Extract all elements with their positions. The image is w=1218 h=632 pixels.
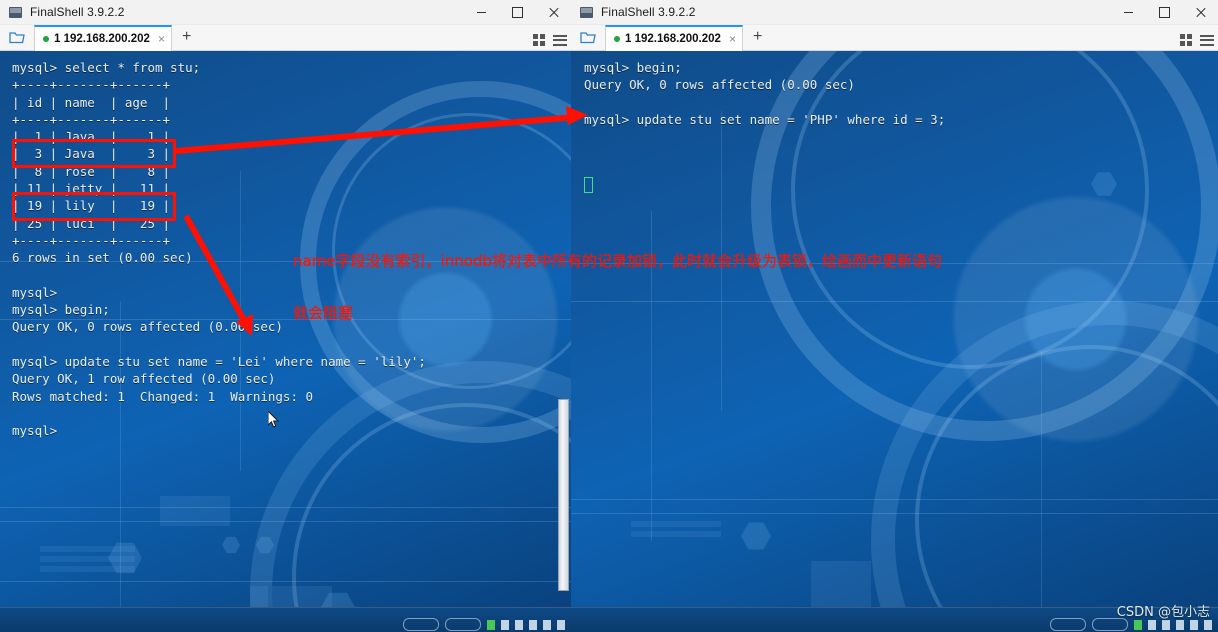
desktop-taskbar-left xyxy=(0,607,571,632)
annotation-note-line-2: 就会阻塞 xyxy=(293,304,354,322)
grid-view-icon[interactable] xyxy=(1180,34,1193,46)
terminal-tab[interactable]: 1 192.168.200.202 × xyxy=(605,25,743,51)
tab-close-icon[interactable]: × xyxy=(158,32,165,46)
tray-icon[interactable] xyxy=(487,619,495,630)
titlebar-right: FinalShell 3.9.2.2 xyxy=(571,0,1218,25)
tray-icon[interactable] xyxy=(557,619,565,630)
window-title: FinalShell 3.9.2.2 xyxy=(30,5,125,19)
app-icon xyxy=(580,6,593,18)
tray-icon[interactable] xyxy=(1148,619,1156,630)
mouse-pointer xyxy=(268,411,280,428)
tray-icon[interactable] xyxy=(501,619,509,630)
tray-icon[interactable] xyxy=(543,619,551,630)
tray-icon[interactable] xyxy=(529,619,537,630)
tray-icon[interactable] xyxy=(1204,619,1212,630)
terminal-tab[interactable]: 1 192.168.200.202 × xyxy=(34,25,172,51)
maximize-button[interactable] xyxy=(499,0,535,24)
terminal-left[interactable]: mysql> select * from stu; +----+-------+… xyxy=(0,51,571,632)
screenshot-root: FinalShell 3.9.2.2 1 192.168.200.202 × +… xyxy=(0,0,1218,632)
tabbar-actions-left xyxy=(533,34,567,46)
tabbar-left: 1 192.168.200.202 × + xyxy=(0,25,571,51)
annotation-note: name字段没有索引，innodb将对表中所有的记录加锁，此时就会升级为表锁，绘… xyxy=(293,222,1218,326)
tray-icon[interactable] xyxy=(1176,619,1184,630)
taskbar-window-button[interactable] xyxy=(1050,618,1086,631)
csdn-watermark: CSDN @包小志 xyxy=(1116,605,1210,620)
titlebar-left: FinalShell 3.9.2.2 xyxy=(0,0,571,25)
new-tab-button[interactable]: + xyxy=(172,28,201,47)
connection-status-dot xyxy=(614,36,620,42)
hamburger-menu-icon[interactable] xyxy=(1200,34,1214,46)
taskbar-window-button[interactable] xyxy=(403,618,439,631)
close-button[interactable] xyxy=(535,0,571,24)
hamburger-menu-icon[interactable] xyxy=(553,34,567,46)
close-button[interactable] xyxy=(1182,0,1218,24)
tabbar-right: 1 192.168.200.202 × + xyxy=(571,25,1218,51)
wallpaper-right xyxy=(571,51,1218,632)
tab-close-icon[interactable]: × xyxy=(729,32,736,46)
minimize-button[interactable] xyxy=(1110,0,1146,24)
connection-status-dot xyxy=(43,36,49,42)
tray-icon[interactable] xyxy=(515,619,523,630)
tab-label: 1 192.168.200.202 xyxy=(625,33,721,45)
terminal-output-right: mysql> begin; Query OK, 0 rows affected … xyxy=(584,60,946,127)
minimize-button[interactable] xyxy=(463,0,499,24)
annotation-note-line-1: name字段没有索引，innodb将对表中所有的记录加锁，此时就会升级为表锁，绘… xyxy=(293,252,942,270)
taskbar-window-button[interactable] xyxy=(445,618,481,631)
taskbar-items-left xyxy=(403,618,565,631)
terminal-scrollbar[interactable] xyxy=(558,399,569,591)
folder-open-icon[interactable] xyxy=(0,25,34,50)
grid-view-icon[interactable] xyxy=(533,34,546,46)
folder-open-icon[interactable] xyxy=(571,25,605,50)
tab-label: 1 192.168.200.202 xyxy=(54,33,150,45)
block-cursor xyxy=(584,177,593,193)
tray-icon[interactable] xyxy=(1190,619,1198,630)
tray-icon[interactable] xyxy=(1134,619,1142,630)
window-controls-left xyxy=(463,0,571,24)
maximize-button[interactable] xyxy=(1146,0,1182,24)
window-controls-right xyxy=(1110,0,1218,24)
tabbar-actions-right xyxy=(1180,34,1214,46)
new-tab-button[interactable]: + xyxy=(743,28,772,47)
app-icon xyxy=(9,6,22,18)
window-title: FinalShell 3.9.2.2 xyxy=(601,5,696,19)
terminal-right[interactable]: mysql> begin; Query OK, 0 rows affected … xyxy=(571,51,1218,632)
tray-icon[interactable] xyxy=(1162,619,1170,630)
